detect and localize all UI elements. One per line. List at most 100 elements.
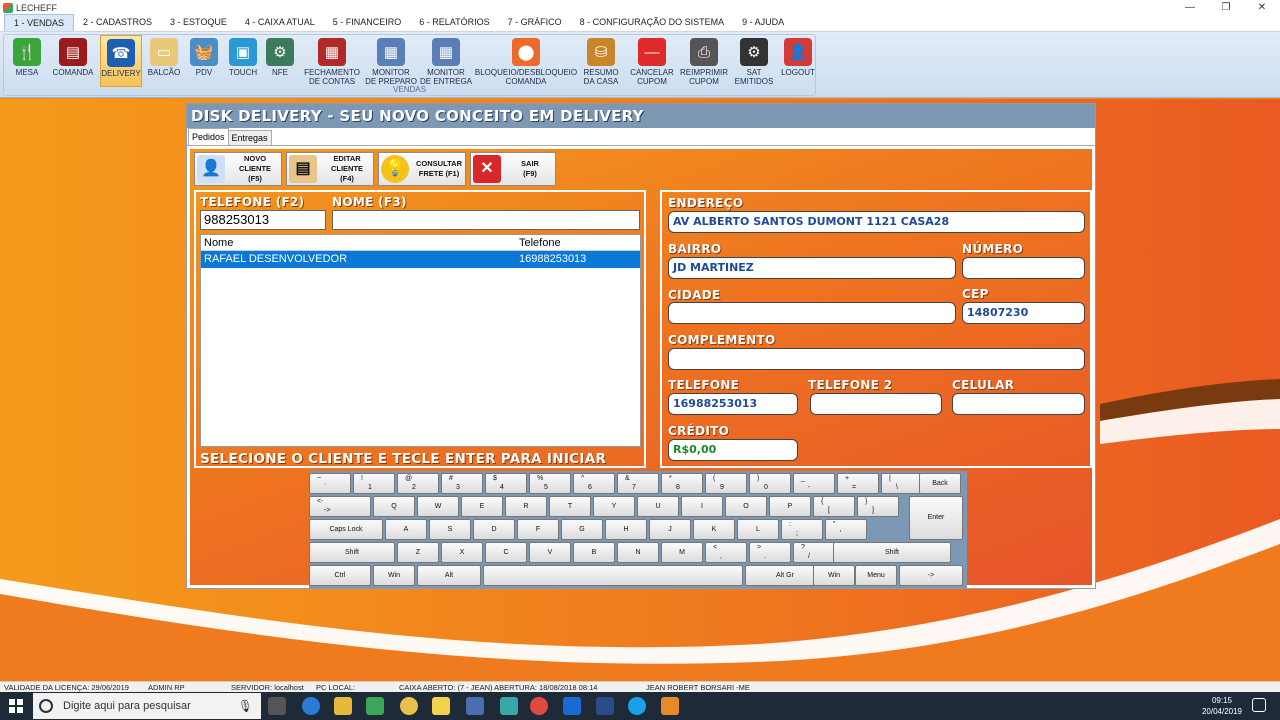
taskbar-app-icon[interactable] xyxy=(400,697,418,715)
menu-tab-3[interactable]: 3 - ESTOQUE xyxy=(161,14,236,31)
key-v[interactable]: V xyxy=(529,542,571,563)
ribbon-button-fechamento-de-contas[interactable]: ▦ FECHAMENTO DE CONTAS xyxy=(302,35,362,87)
key--[interactable]: :; xyxy=(781,519,823,540)
lecheff-taskbar-icon[interactable] xyxy=(661,697,679,715)
notification-icon[interactable] xyxy=(1252,698,1266,712)
tab-pedidos[interactable]: Pedidos xyxy=(188,128,229,145)
key-caps-lock[interactable]: Caps Lock xyxy=(309,519,383,540)
key-o[interactable]: O xyxy=(725,496,767,517)
ribbon-button-monitor-de-preparo[interactable]: ▦ MONITOR DE PREPARO xyxy=(365,35,417,87)
taskbar-app-icon[interactable] xyxy=(432,697,450,715)
menu-tab-9[interactable]: 9 - AJUDA xyxy=(733,14,793,31)
key--[interactable]: ? / xyxy=(793,542,835,563)
ribbon-button-touch[interactable]: ▣ TOUCH xyxy=(224,35,262,87)
key-y[interactable]: Y xyxy=(593,496,635,517)
task-view-icon[interactable] xyxy=(268,697,286,715)
menu-tab-5[interactable]: 5 - FINANCEIRO xyxy=(324,14,411,31)
menu-tab-4[interactable]: 4 - CAIXA ATUAL xyxy=(236,14,324,31)
key-4[interactable]: $4 xyxy=(485,473,527,494)
menu-tab-1[interactable]: 1 - VENDAS xyxy=(4,14,75,31)
ribbon-button-reimprimir-cupom[interactable]: ⎙ REIMPRIMIR CUPOM xyxy=(680,35,728,87)
editar-cliente-button[interactable]: ▤ EDITAR CLIENTE (F4) xyxy=(286,152,374,186)
key-g[interactable]: G xyxy=(561,519,603,540)
taskbar-app-icon[interactable] xyxy=(466,697,484,715)
bairro-field[interactable]: JD MARTINEZ xyxy=(668,257,956,279)
key--[interactable]: -> xyxy=(899,565,963,586)
key-5[interactable]: % 5 xyxy=(529,473,571,494)
key-enter[interactable]: Enter xyxy=(909,496,963,540)
nome-search-input[interactable] xyxy=(332,210,640,230)
chrome-icon[interactable] xyxy=(530,697,548,715)
key--[interactable]: {[ xyxy=(813,496,855,517)
minimize-button[interactable]: — xyxy=(1172,0,1208,15)
key-2[interactable]: @2 xyxy=(397,473,439,494)
key-m[interactable]: M xyxy=(661,542,703,563)
key--[interactable]: <, xyxy=(705,542,747,563)
menu-tab-6[interactable]: 6 - RELATÓRIOS xyxy=(410,14,498,31)
microphone-icon[interactable]: 🎙 xyxy=(238,699,253,713)
windows-start-button[interactable] xyxy=(0,692,32,720)
menu-tab-2[interactable]: 2 - CADASTROS xyxy=(74,14,161,31)
key-j[interactable]: J xyxy=(649,519,691,540)
key-9[interactable]: (9 xyxy=(705,473,747,494)
endereco-field[interactable]: AV ALBERTO SANTOS DUMONT 1121 CASA28 xyxy=(668,211,1085,233)
key-x[interactable]: X xyxy=(441,542,483,563)
ribbon-button-sat-emitidos[interactable]: ⚙ SAT EMITIDOS xyxy=(732,35,776,87)
ribbon-button-logout[interactable]: 👤 LOGOUT xyxy=(778,35,818,87)
telefone-search-input[interactable]: 988253013 xyxy=(200,210,326,230)
menu-tab-7[interactable]: 7 - GRÁFICO xyxy=(499,14,571,31)
celular-field[interactable] xyxy=(952,393,1085,415)
ribbon-button-nfe[interactable]: ⚙ NFE xyxy=(265,35,295,87)
key-alt[interactable]: Alt xyxy=(417,565,481,586)
column-nome[interactable]: Nome xyxy=(201,235,516,250)
key--[interactable]: >. xyxy=(749,542,791,563)
key-shift[interactable]: Shift xyxy=(309,542,395,563)
key-0[interactable]: ) 0 xyxy=(749,473,791,494)
key-h[interactable]: H xyxy=(605,519,647,540)
key--[interactable]: " ' xyxy=(825,519,867,540)
key-p[interactable]: P xyxy=(769,496,811,517)
key-shift[interactable]: Shift xyxy=(833,542,951,563)
credito-field[interactable]: R$0,00 xyxy=(668,439,798,461)
key-space[interactable] xyxy=(483,565,743,586)
key-8[interactable]: * 8 xyxy=(661,473,703,494)
key--[interactable]: _ - xyxy=(793,473,835,494)
ribbon-button-bloqueio-desbloqueio-comanda[interactable]: ⬤ BLOQUEIO/DESBLOQUEIO COMANDA xyxy=(475,35,577,87)
key-7[interactable]: & 7 xyxy=(617,473,659,494)
taskbar-app-icon[interactable] xyxy=(366,697,384,715)
telefone2-field[interactable] xyxy=(810,393,942,415)
key-menu[interactable]: Menu xyxy=(855,565,897,586)
key-s[interactable]: S xyxy=(429,519,471,540)
key-e[interactable]: E xyxy=(461,496,503,517)
menu-tab-8[interactable]: 8 - CONFIGURAÇÃO DO SISTEMA xyxy=(571,14,734,31)
telefone-field[interactable]: 16988253013 xyxy=(668,393,798,415)
cep-field[interactable]: 14807230 xyxy=(962,302,1085,324)
key-c[interactable]: C xyxy=(485,542,527,563)
key-ctrl[interactable]: Ctrl xyxy=(309,565,371,586)
key-6[interactable]: ^ 6 xyxy=(573,473,615,494)
taskbar-app-icon[interactable] xyxy=(596,697,614,715)
key-win[interactable]: Win xyxy=(373,565,415,586)
key-1[interactable]: ! 1 xyxy=(353,473,395,494)
key-z[interactable]: Z xyxy=(397,542,439,563)
outlook-icon[interactable] xyxy=(563,697,581,715)
key-t[interactable]: T xyxy=(549,496,591,517)
tab-entregas[interactable]: Entregas xyxy=(227,130,272,145)
close-button[interactable]: ✕ xyxy=(1244,0,1280,15)
key-3[interactable]: #3 xyxy=(441,473,483,494)
ribbon-button-resumo-da-casa[interactable]: ⛁ RESUMO DA CASA xyxy=(580,35,622,87)
file-explorer-icon[interactable] xyxy=(334,697,352,715)
key-back[interactable]: Back xyxy=(919,473,961,494)
key-k[interactable]: K xyxy=(693,519,735,540)
key-d[interactable]: D xyxy=(473,519,515,540)
consultar-frete-button[interactable]: 💡 CONSULTAR FRETE (F1) xyxy=(378,152,466,186)
restore-button[interactable]: ❐ xyxy=(1208,0,1244,15)
sair-button[interactable]: ✕ SAIR (F9) xyxy=(470,152,556,186)
ribbon-button-mesa[interactable]: 🍴 MESA xyxy=(8,35,46,87)
key--[interactable]: <- -> xyxy=(309,496,371,517)
key-r[interactable]: R xyxy=(505,496,547,517)
cidade-field[interactable] xyxy=(668,302,956,324)
skype-icon[interactable] xyxy=(628,697,646,715)
key-a[interactable]: A xyxy=(385,519,427,540)
novo-cliente-button[interactable]: 👤 NOVO CLIENTE (F5) xyxy=(194,152,282,186)
